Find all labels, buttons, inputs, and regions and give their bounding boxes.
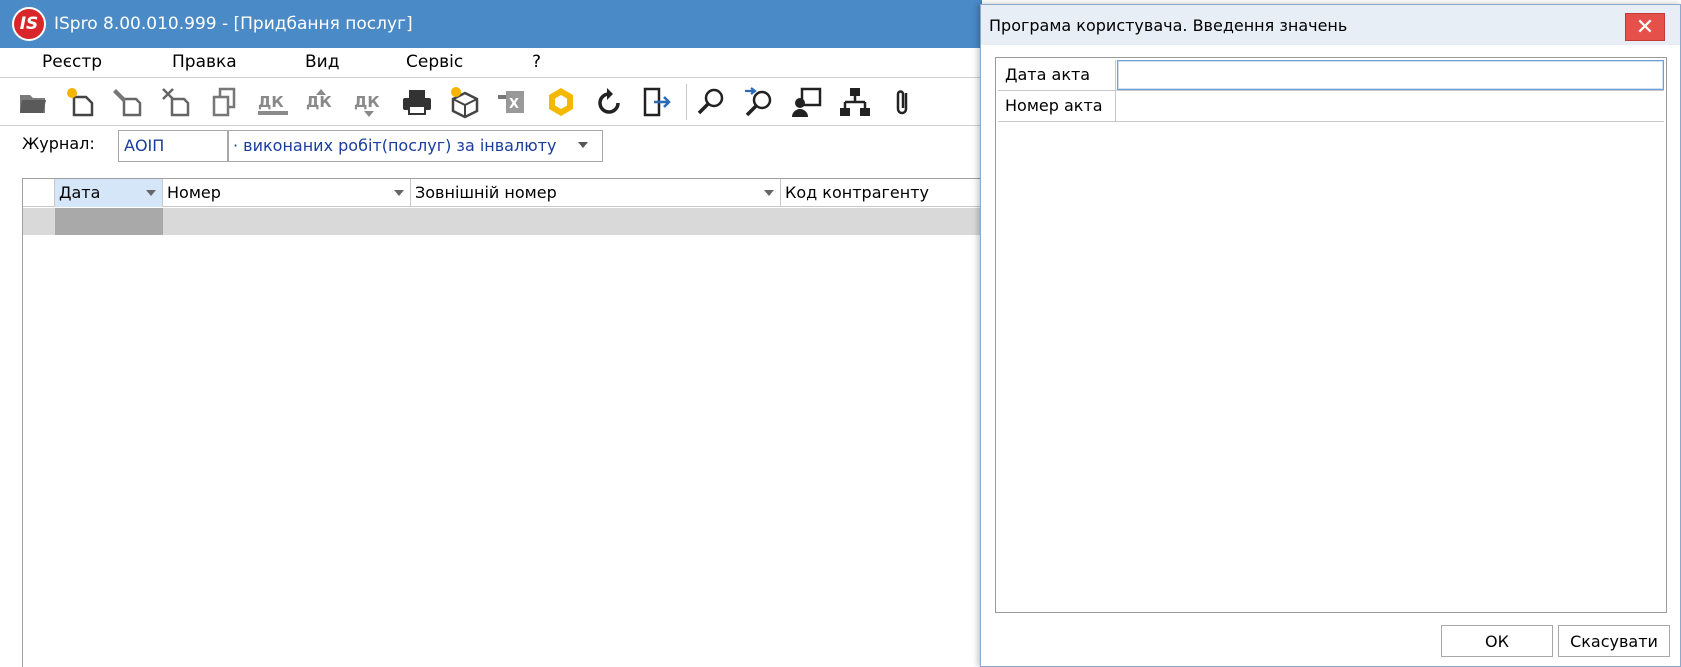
hierarchy-icon[interactable] xyxy=(836,84,874,120)
dialog-title: Програма користувача. Введення значень xyxy=(989,15,1348,35)
sort-arrow-icon[interactable] xyxy=(764,190,774,196)
search-icon[interactable] xyxy=(692,84,730,120)
new-document-icon[interactable] xyxy=(62,84,100,120)
values-panel: Дата акта Номер акта xyxy=(995,57,1667,613)
main-window-title: ISpro 8.00.010.999 - [Придбання послуг] xyxy=(54,14,413,34)
cancel-button[interactable]: Скасувати xyxy=(1558,625,1670,657)
refresh-icon[interactable] xyxy=(590,84,628,120)
journal-name-dropdown[interactable]: · виконаних робіт(послуг) за інвалюту xyxy=(228,130,603,162)
journal-row: Журнал: АОІП · виконаних робіт(послуг) з… xyxy=(0,126,982,172)
accounting-entry-icon[interactable]: ДК xyxy=(254,84,292,120)
toolbar: ДК ДК ДК X xyxy=(0,78,982,126)
journal-code-field[interactable]: АОІП xyxy=(118,130,228,162)
sort-arrow-icon[interactable] xyxy=(146,190,156,196)
delete-icon[interactable] xyxy=(158,84,196,120)
main-title-bar[interactable]: IS ISpro 8.00.010.999 - [Придбання послу… xyxy=(0,0,982,48)
documents-grid: Дата Номер Зовнішній номер Код контраген… xyxy=(22,178,983,667)
column-header-label: Зовнішній номер xyxy=(415,183,557,202)
chevron-down-icon[interactable] xyxy=(578,142,588,148)
attachment-icon[interactable] xyxy=(884,84,922,120)
sort-arrow-icon[interactable] xyxy=(394,190,404,196)
menu-service[interactable]: Сервіс xyxy=(406,52,463,72)
menu-bar: Реєстр Правка Вид Сервіс ? xyxy=(0,48,982,78)
print-icon[interactable] xyxy=(398,84,436,120)
svg-text:ДК: ДК xyxy=(258,93,284,111)
edit-icon[interactable] xyxy=(110,84,148,120)
exit-icon[interactable] xyxy=(638,84,676,120)
act-date-input[interactable] xyxy=(1117,60,1664,90)
dialog-title-bar[interactable]: Програма користувача. Введення значень ✕ xyxy=(981,5,1680,45)
column-header-label: Дата xyxy=(59,183,101,202)
journal-label: Журнал: xyxy=(22,134,95,153)
column-header-number[interactable]: Номер xyxy=(163,179,411,207)
field-row-act-number: Номер акта xyxy=(998,91,1664,122)
user-program-dialog: Програма користувача. Введення значень ✕… xyxy=(980,4,1681,667)
accounting-entry-icon[interactable]: ДК xyxy=(302,84,340,120)
ok-button[interactable]: ОК xyxy=(1441,625,1553,657)
svg-text:X: X xyxy=(509,97,519,112)
menu-registry[interactable]: Реєстр xyxy=(42,52,102,72)
field-label: Номер акта xyxy=(998,91,1116,122)
close-icon[interactable]: ✕ xyxy=(1625,13,1665,41)
menu-help[interactable]: ? xyxy=(532,52,541,72)
column-header-label: Код контрагенту xyxy=(785,183,929,202)
table-row[interactable] xyxy=(23,208,983,235)
grid-header: Дата Номер Зовнішній номер Код контраген… xyxy=(23,179,983,207)
app-logo-icon: IS xyxy=(12,7,46,41)
column-header-label: Номер xyxy=(167,183,221,202)
column-header-date[interactable]: Дата xyxy=(55,179,163,207)
package-icon[interactable] xyxy=(446,84,484,120)
act-number-input[interactable] xyxy=(1117,91,1664,121)
hexagon-icon[interactable] xyxy=(542,84,580,120)
field-row-act-date: Дата акта xyxy=(998,60,1664,91)
copy-icon[interactable] xyxy=(206,84,244,120)
search-next-icon[interactable] xyxy=(740,84,778,120)
accounting-entry-icon[interactable]: ДК xyxy=(350,84,388,120)
main-window: IS ISpro 8.00.010.999 - [Придбання послу… xyxy=(0,0,983,667)
svg-text:ДК: ДК xyxy=(306,93,332,111)
table-cell-selected[interactable] xyxy=(55,208,163,235)
row-selector-header xyxy=(23,179,55,207)
open-folder-icon[interactable] xyxy=(14,84,52,120)
toolbar-separator xyxy=(686,84,687,120)
column-header-counterparty-code[interactable]: Код контрагенту xyxy=(781,179,983,207)
svg-text:ДК: ДК xyxy=(354,93,380,111)
menu-view[interactable]: Вид xyxy=(305,52,339,72)
column-header-external-number[interactable]: Зовнішній номер xyxy=(411,179,781,207)
field-label: Дата акта xyxy=(998,60,1116,91)
excel-export-icon[interactable]: X xyxy=(494,84,532,120)
user-group-icon[interactable] xyxy=(788,84,826,120)
menu-edit[interactable]: Правка xyxy=(172,52,237,72)
